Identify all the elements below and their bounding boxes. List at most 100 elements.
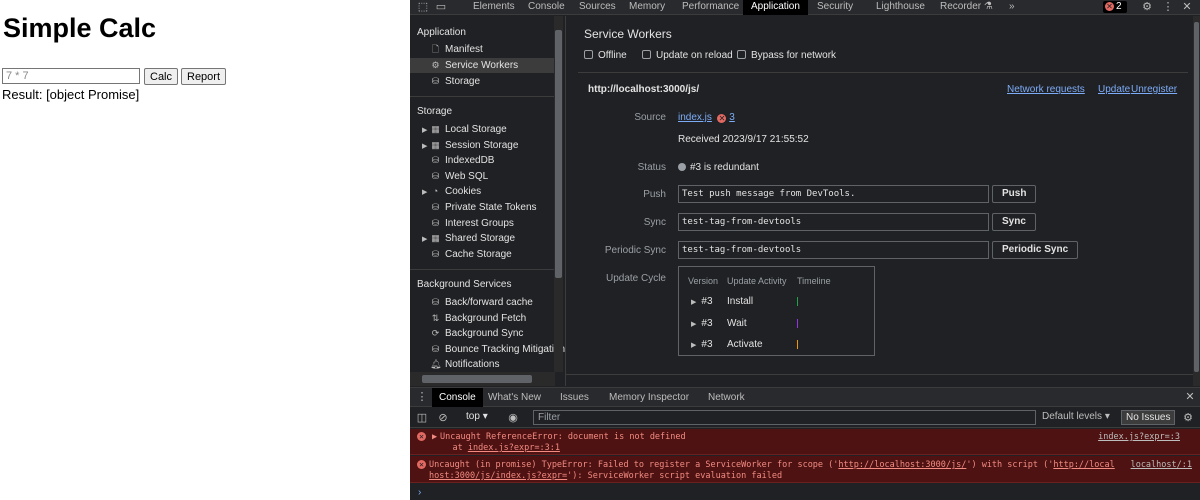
tab-memory[interactable]: Memory [629,0,665,15]
drawer-tab-memory-inspector[interactable]: Memory Inspector [609,388,689,407]
tab-application[interactable]: Application [743,0,808,15]
checkbox-box[interactable] [642,50,651,59]
drawer-menu-icon[interactable]: ⋮ [416,391,428,403]
offline-checkbox[interactable]: Offline [584,50,627,62]
sidebar-item-back-forward-cache[interactable]: ⛁ Back/forward cache [410,295,558,310]
sidebar-toggle-icon[interactable]: ◫ [416,412,428,424]
checkbox-box[interactable] [737,50,746,59]
tab-recorder[interactable]: Recorder ⚗ [940,0,993,15]
eye-icon[interactable]: ◉ [507,412,519,424]
sidebar-item-bounce-tracking[interactable]: ⛁ Bounce Tracking Mitigations [410,342,565,357]
error-text: '): ServiceWorker script evaluation fail… [567,471,783,481]
sidebar-item-shared-storage[interactable]: ▶ ▦ Shared Storage [410,231,558,246]
drawer-tab-network[interactable]: Network [708,388,745,407]
kebab-menu-icon[interactable]: ⋮ [1162,1,1174,13]
expand-triangle-icon[interactable]: ▶ [691,342,696,349]
device-toolbar-icon[interactable]: ▭ [435,1,447,13]
calc-button[interactable]: Calc [144,68,179,85]
unregister-link[interactable]: Unregister [1131,84,1177,95]
sidebar-horizontal-scroll-thumb[interactable] [422,375,532,383]
sync-button[interactable]: Sync [992,213,1036,231]
cycle-row-install[interactable]: ▶ #3 Install [691,296,753,308]
push-button[interactable]: Push [992,185,1037,203]
drawer-tab-console[interactable]: Console [432,388,483,407]
sidebar-scroll-thumb[interactable] [555,30,562,278]
sidebar-item-session-storage[interactable]: ▶ ▦ Session Storage [410,138,558,153]
sidebar-item-cookies[interactable]: ▶ ◔ Cookies [410,184,558,199]
more-tabs-button[interactable]: » [1009,0,1015,15]
expand-triangle-icon[interactable]: ▶ [422,232,430,247]
drawer-tab-whats-new[interactable]: What's New [488,388,541,407]
sidebar-header-application: Application [417,27,466,38]
periodic-sync-tag-input[interactable]: test-tag-from-devtools [678,241,989,259]
log-levels-dropdown[interactable]: Default levels ▾ [1042,411,1110,422]
sidebar-item-storage[interactable]: ⛁ Storage [410,74,558,89]
error-icon: ✕ [417,459,426,469]
script-link-continued[interactable]: host:3000/js/index.js?expr= [429,471,567,481]
expand-triangle-icon[interactable]: ▶ [432,432,437,442]
error-source-link[interactable]: index.js?expr=:3 [1098,432,1180,442]
periodic-sync-button[interactable]: Periodic Sync [992,241,1079,259]
settings-gear-icon[interactable]: ⚙ [1141,1,1153,13]
network-requests-link[interactable]: Network requests [1007,84,1085,95]
cycle-row-wait[interactable]: ▶ #3 Wait [691,318,747,330]
sidebar-item-manifest[interactable]: 🗋 Manifest [410,42,558,57]
sidebar-item-interest-groups[interactable]: ⛁ Interest Groups [410,216,558,231]
close-devtools-icon[interactable]: ✕ [1181,1,1193,13]
file-icon: 🗋 [431,44,440,54]
push-message-input[interactable]: Test push message from DevTools. [678,185,989,203]
sidebar-item-cache-storage[interactable]: ⛁ Cache Storage [410,247,558,262]
checkbox-label: Update on reload [656,50,733,61]
database-icon: ⛁ [431,297,440,307]
bypass-for-network-checkbox[interactable]: Bypass for network [737,50,836,62]
report-button[interactable]: Report [181,68,227,85]
console-prompt[interactable]: › [418,487,421,498]
checkbox-box[interactable] [584,50,593,59]
expand-triangle-icon[interactable]: ▶ [422,185,430,200]
console-filter-input[interactable] [533,410,1036,425]
sync-tag-input[interactable]: test-tag-from-devtools [678,213,989,231]
context-selector[interactable]: top ▾ [466,411,488,422]
expand-triangle-icon[interactable]: ▶ [691,299,696,306]
tab-lighthouse[interactable]: Lighthouse [876,0,925,15]
stack-frame-link[interactable]: index.js?expr=:3:1 [468,443,560,453]
console-error-message: ✕ ▶ Uncaught ReferenceError: document is… [410,429,1200,455]
sidebar-item-private-state-tokens[interactable]: ⛁ Private State Tokens [410,200,558,215]
issues-button[interactable]: No Issues [1121,410,1176,425]
expression-input[interactable] [2,68,140,84]
tab-sources[interactable]: Sources [579,0,616,15]
tab-elements[interactable]: Elements [473,0,515,15]
drawer-tab-issues[interactable]: Issues [560,388,589,407]
close-drawer-icon[interactable]: ✕ [1184,391,1196,403]
sidebar-item-service-workers[interactable]: ⚙ Service Workers [410,58,558,73]
cycle-row-activate[interactable]: ▶ #3 Activate [691,339,763,351]
expand-triangle-icon[interactable]: ▶ [422,123,430,138]
log-levels-value: Default levels [1042,411,1103,422]
tab-security[interactable]: Security [817,0,853,15]
update-on-reload-checkbox[interactable]: Update on reload [642,50,733,62]
scope-link[interactable]: http://localhost:3000/js/ [838,460,966,470]
inspect-element-icon[interactable]: ⬚ [417,1,429,13]
script-link[interactable]: http://local [1053,460,1114,470]
source-error-count-link[interactable]: 3 [729,112,735,123]
tab-console[interactable]: Console [528,0,565,15]
sidebar-item-background-fetch[interactable]: ⇅ Background Fetch [410,311,558,326]
error-icon: ✕ [417,431,426,441]
update-link[interactable]: Update [1098,84,1130,95]
sidebar-item-background-sync[interactable]: ⟳ Background Sync [410,326,558,341]
sidebar-item-label: Background Sync [445,328,524,339]
expand-triangle-icon[interactable]: ▶ [691,321,696,328]
error-count-badge[interactable]: ✕ 2 [1103,1,1127,13]
expand-triangle-icon[interactable]: ▶ [422,139,430,154]
sidebar-item-web-sql[interactable]: ⛁ Web SQL [410,169,558,184]
source-file-link[interactable]: index.js [678,112,712,123]
error-source-link[interactable]: localhost/:1 [1131,460,1192,470]
tab-performance[interactable]: Performance [682,0,739,15]
sidebar-item-local-storage[interactable]: ▶ ▦ Local Storage [410,122,558,137]
panel-scroll-thumb[interactable] [1194,22,1199,372]
sidebar-item-indexeddb[interactable]: ⛁ IndexedDB [410,153,558,168]
clear-console-icon[interactable]: ⊘ [437,412,449,424]
sidebar-item-notifications[interactable]: 🔔︎ Notifications [410,357,558,372]
console-settings-icon[interactable]: ⚙ [1182,412,1194,424]
sync-label: Sync [643,217,666,228]
